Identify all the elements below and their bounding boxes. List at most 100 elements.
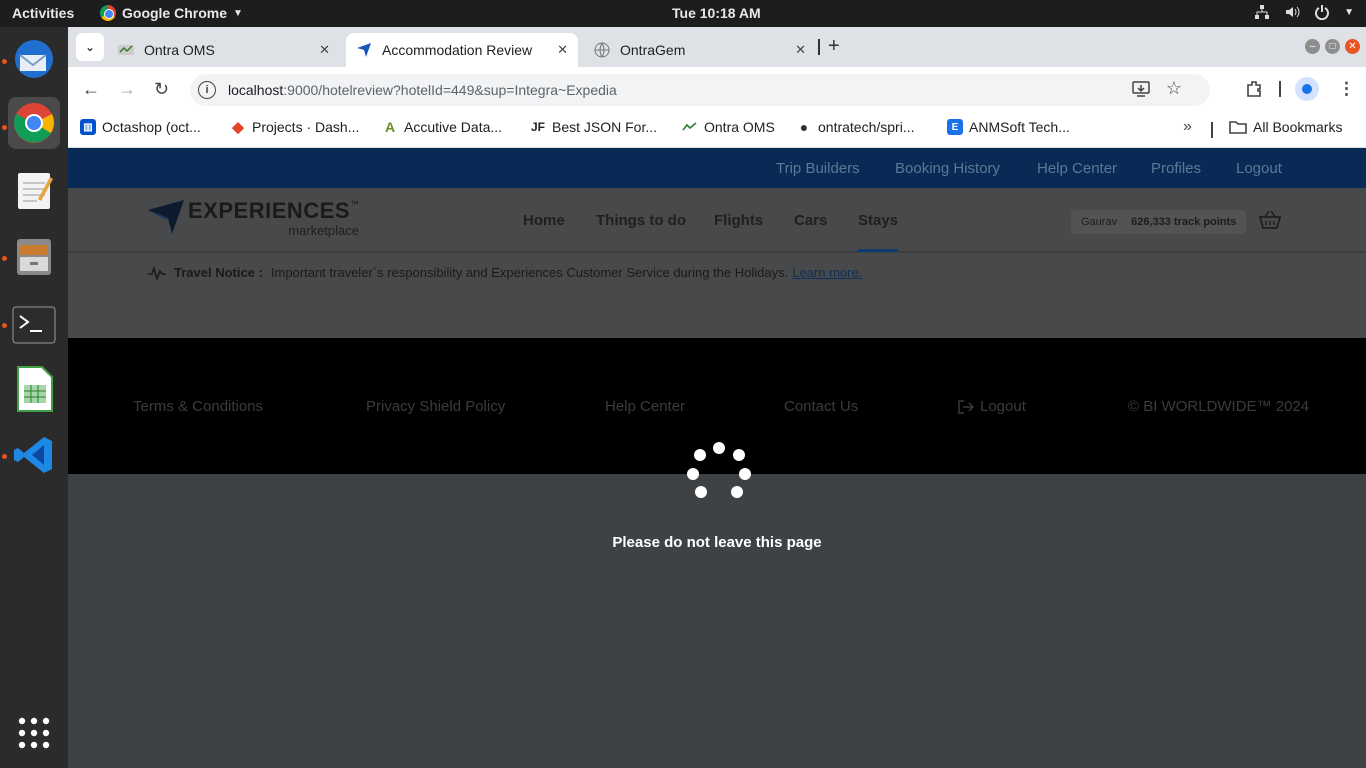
cart-basket-icon[interactable] xyxy=(1258,210,1282,235)
install-app-icon[interactable] xyxy=(1132,80,1150,101)
text-editor-icon[interactable] xyxy=(8,165,60,217)
nav-booking-history[interactable]: Booking History xyxy=(895,160,1000,177)
chevron-down-icon: ▼ xyxy=(1344,6,1354,18)
bookmark-star-icon[interactable]: ☆ xyxy=(1166,78,1182,99)
loading-spinner xyxy=(684,438,754,508)
profile-avatar[interactable] xyxy=(1295,77,1319,101)
footer-privacy-link[interactable]: Privacy Shield Policy xyxy=(366,398,505,415)
clock[interactable]: Tue 10:18 AM xyxy=(672,5,761,21)
footer-logout-link[interactable]: Logout xyxy=(958,398,1026,415)
points-label: track points xyxy=(1173,216,1237,228)
network-icon xyxy=(1255,5,1270,19)
reload-button[interactable]: ↻ xyxy=(154,79,169,100)
points-value: 626,333 xyxy=(1131,216,1171,228)
extensions-icon[interactable] xyxy=(1245,79,1265,104)
spreadsheet-icon[interactable] xyxy=(8,363,60,415)
activities-button[interactable]: Activities xyxy=(12,5,74,21)
maximize-button[interactable]: □ xyxy=(1325,39,1340,54)
spinner-dot xyxy=(713,442,725,454)
bookmark-octashop[interactable]: ▥ Octashop (oct... xyxy=(80,119,201,135)
copyright: © BI WORLDWIDE™ 2024 xyxy=(1128,398,1310,415)
volume-icon xyxy=(1286,6,1300,18)
close-icon[interactable]: ✕ xyxy=(557,42,568,58)
anmsoft-icon: E xyxy=(947,119,963,135)
spinner-dot xyxy=(695,486,707,498)
nav-stays[interactable]: Stays xyxy=(858,212,898,229)
thunderbird-icon[interactable] xyxy=(8,33,60,85)
bookmark-label: Best JSON For... xyxy=(552,119,658,135)
footer-terms-link[interactable]: Terms & Conditions xyxy=(133,398,263,415)
notice-label: Travel Notice : xyxy=(174,265,263,280)
tab-ontragem[interactable]: OntraGem ✕ xyxy=(584,33,816,67)
notice-text: Important traveler`s responsibility and … xyxy=(270,265,789,280)
tab-label: Accommodation Review xyxy=(382,42,533,58)
globe-icon xyxy=(594,42,610,58)
nav-things-to-do[interactable]: Things to do xyxy=(596,212,686,229)
ontra-favicon xyxy=(118,42,134,58)
address-bar[interactable]: i localhost:9000/hotelreview?hotelId=449… xyxy=(190,74,1210,106)
nav-logout[interactable]: Logout xyxy=(1236,160,1282,177)
tab-label: Ontra OMS xyxy=(144,42,215,58)
github-icon: ● xyxy=(799,119,809,135)
all-bookmarks-button[interactable]: All Bookmarks xyxy=(1229,119,1342,135)
minimize-button[interactable]: – xyxy=(1305,39,1320,54)
system-tray[interactable]: ▼ xyxy=(1254,4,1354,20)
terminal-icon[interactable] xyxy=(8,299,60,351)
bookmark-accutive[interactable]: A Accutive Data... xyxy=(382,119,502,135)
spinner-dot xyxy=(733,449,745,461)
pulse-icon xyxy=(148,265,166,280)
forward-button[interactable]: → xyxy=(118,79,136,100)
bookmark-projects[interactable]: ◆ Projects · Dash... xyxy=(230,119,360,136)
nav-cars[interactable]: Cars xyxy=(794,212,827,229)
bookmark-json-formatter[interactable]: JF Best JSON For... xyxy=(530,119,657,135)
power-icon xyxy=(1315,5,1330,20)
accutive-icon: A xyxy=(384,119,396,135)
more-bookmarks-chevron-icon[interactable]: » xyxy=(1183,118,1192,136)
close-icon[interactable]: ✕ xyxy=(795,42,806,58)
app-name: Google Chrome xyxy=(122,5,228,21)
app-menu[interactable]: Google Chrome ▼ xyxy=(100,5,243,21)
footer-contact-link[interactable]: Contact Us xyxy=(784,398,858,415)
running-indicator xyxy=(2,256,7,261)
nav-profiles[interactable]: Profiles xyxy=(1151,160,1201,177)
page-viewport: Trip Builders Booking History Help Cente… xyxy=(68,148,1366,768)
bookmark-label: Octashop (oct... xyxy=(102,119,201,135)
tab-strip: ⌄ Ontra OMS ✕ Accommodation Review ✕ Ont… xyxy=(68,27,1366,67)
nav-trip-builders[interactable]: Trip Builders xyxy=(776,160,860,177)
file-manager-icon[interactable] xyxy=(8,231,60,283)
nav-flights[interactable]: Flights xyxy=(714,212,763,229)
app-grid-icon[interactable] xyxy=(8,707,60,759)
tab-search-button[interactable]: ⌄ xyxy=(76,33,104,61)
spinner-dot xyxy=(739,468,751,480)
tab-accommodation-review[interactable]: Accommodation Review ✕ xyxy=(346,33,578,67)
learn-more-link[interactable]: Learn more. xyxy=(792,265,862,280)
vscode-icon[interactable] xyxy=(8,429,60,481)
close-icon[interactable]: ✕ xyxy=(319,42,330,58)
tab-ontra-oms[interactable]: Ontra OMS ✕ xyxy=(108,33,340,67)
browser-toolbar: ← → ↻ i localhost:9000/hotelreview?hotel… xyxy=(68,67,1366,112)
running-indicator xyxy=(2,454,7,459)
bookmark-ontra-oms[interactable]: Ontra OMS xyxy=(682,119,775,135)
new-tab-button[interactable]: + xyxy=(828,35,840,58)
logout-icon xyxy=(958,399,974,414)
nav-help-center[interactable]: Help Center xyxy=(1037,160,1117,177)
bookmark-ontratech[interactable]: ● ontratech/spri... xyxy=(796,119,915,135)
nav-home[interactable]: Home xyxy=(523,212,565,229)
bookmark-anmsoft[interactable]: E ANMSoft Tech... xyxy=(947,119,1070,135)
footer-help-center-link[interactable]: Help Center xyxy=(605,398,685,415)
running-indicator xyxy=(2,125,7,130)
chrome-icon xyxy=(100,5,116,21)
url-path: :9000/hotelreview?hotelId=449&sup=Integr… xyxy=(283,82,617,98)
close-window-button[interactable]: ✕ xyxy=(1345,39,1360,54)
site-info-icon[interactable]: i xyxy=(198,81,216,99)
user-points-badge[interactable]: Gaurav 626,333 track points xyxy=(1071,210,1247,234)
back-button[interactable]: ← xyxy=(82,79,100,100)
bookmark-label: Projects · Dash... xyxy=(252,119,360,135)
chrome-icon[interactable] xyxy=(8,97,60,149)
tab-divider xyxy=(818,39,820,55)
tab-label: OntraGem xyxy=(620,42,686,58)
experiences-logo[interactable]: EXPERIENCES™ marketplace xyxy=(148,200,359,237)
toolbar-divider xyxy=(1279,81,1281,97)
spinner-dot xyxy=(731,486,743,498)
more-menu-icon[interactable]: ⋮ xyxy=(1338,79,1355,99)
